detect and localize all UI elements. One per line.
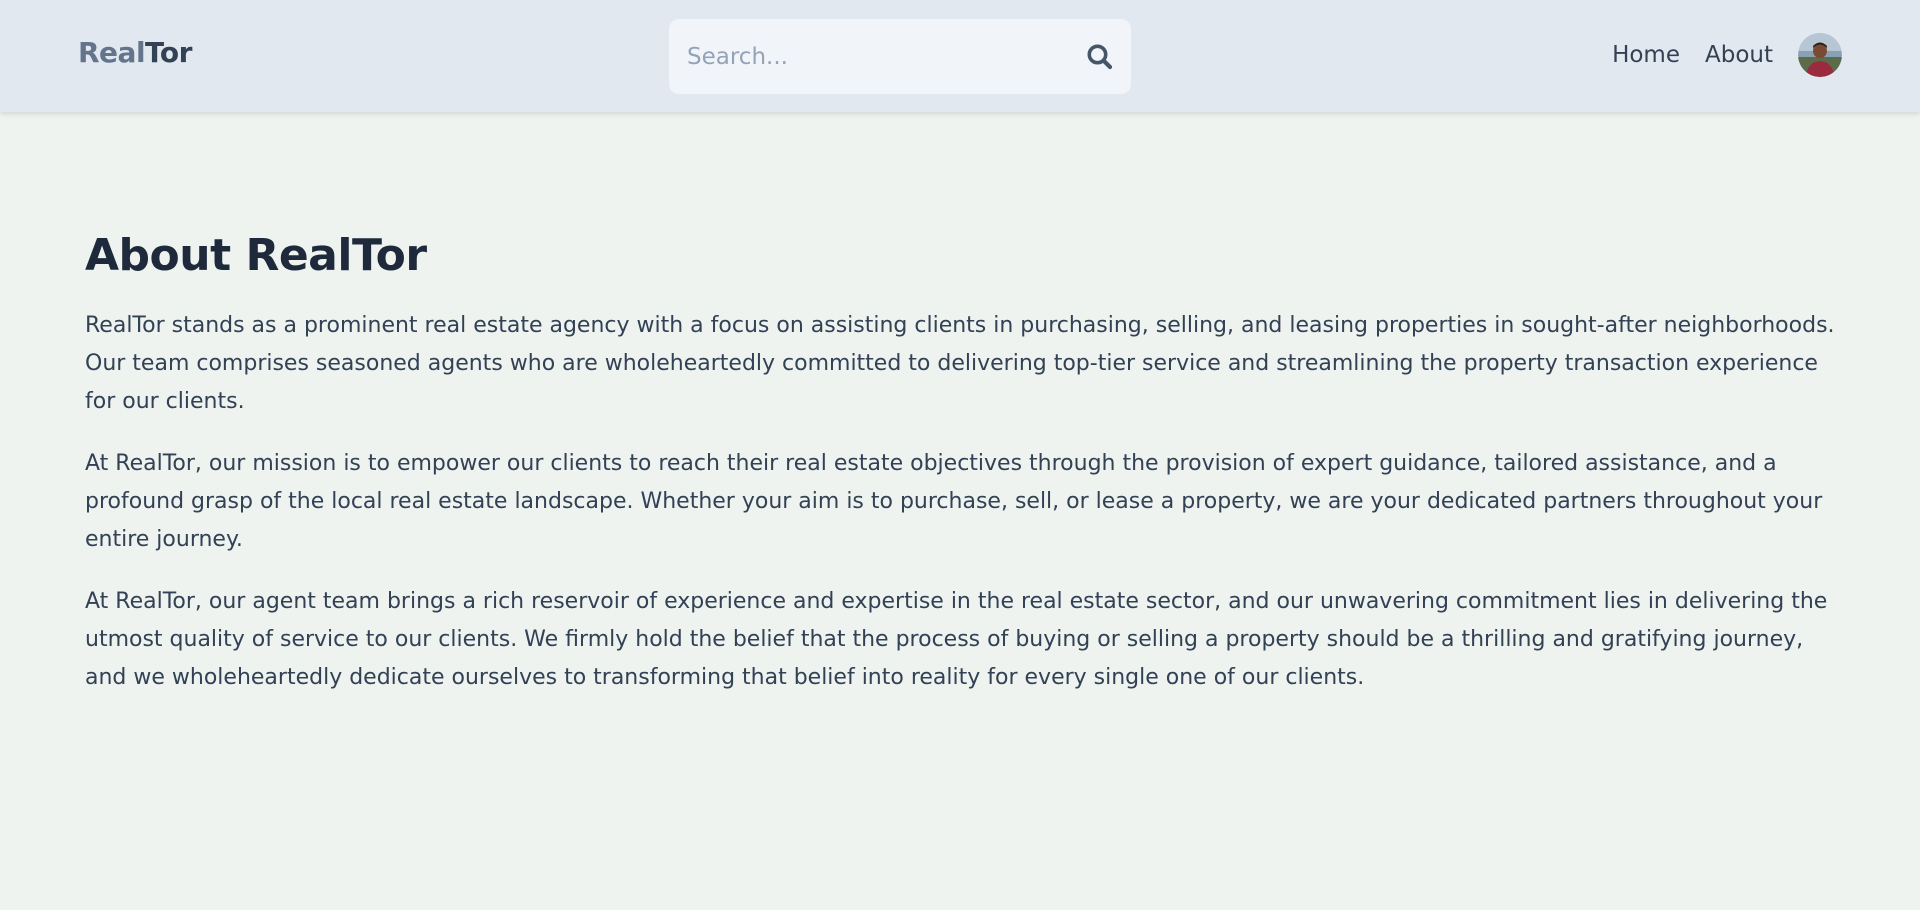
search-icon[interactable]	[1085, 42, 1115, 72]
page-title: About RealTor	[85, 230, 427, 281]
header: RealTor Home About	[0, 0, 1920, 112]
logo-real: Real	[78, 36, 146, 69]
main-nav: Home About	[1612, 33, 1842, 77]
nav-about[interactable]: About	[1705, 35, 1773, 75]
about-paragraph-1: RealTor stands as a prominent real estat…	[85, 312, 1835, 414]
nav-home[interactable]: Home	[1612, 35, 1680, 75]
search-bar	[669, 19, 1131, 94]
about-section: About RealTor RealTor stands as a promin…	[85, 230, 1835, 721]
about-paragraph-2: At RealTor, our mission is to empower ou…	[85, 450, 1823, 552]
avatar[interactable]	[1798, 33, 1842, 77]
logo[interactable]: RealTor	[78, 36, 192, 69]
about-paragraph-3: At RealTor, our agent team brings a rich…	[85, 588, 1828, 690]
logo-tor: Tor	[145, 36, 192, 69]
search-input[interactable]	[687, 19, 1067, 94]
